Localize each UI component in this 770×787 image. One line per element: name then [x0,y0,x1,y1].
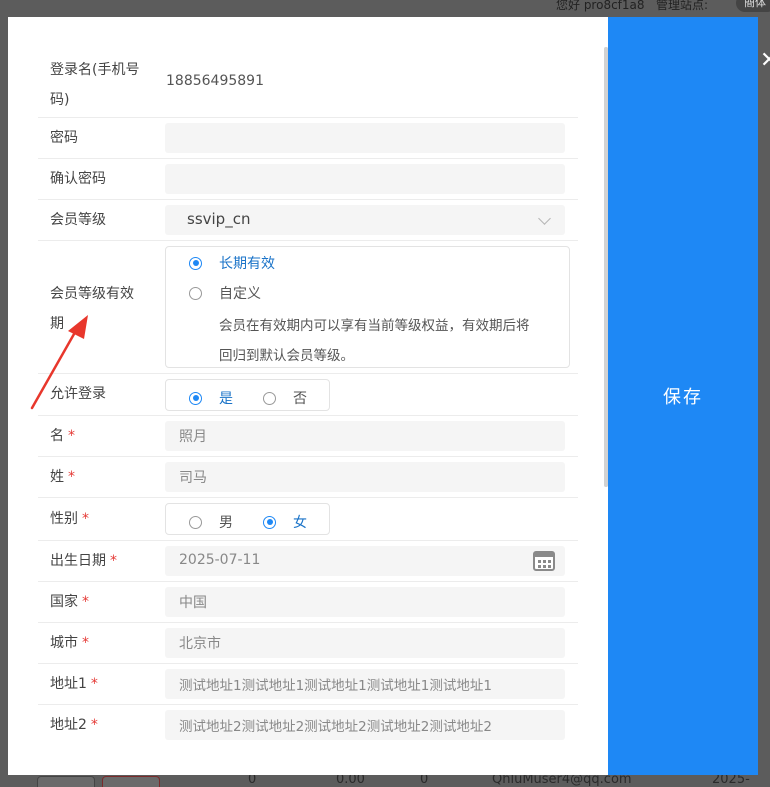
address1-input[interactable] [165,669,565,699]
city-input[interactable] [165,628,565,658]
last-name-label: 姓 * [50,469,75,485]
last-name-input[interactable] [165,462,565,492]
label-line: 会员等级有效 [50,286,134,302]
member-form: 登录名(手机号 码) 18856495891 密码 确认密码 会员等级 ssvi… [8,17,608,775]
option-label: 是 [219,391,233,407]
birth-date-label: 出生日期 * [50,553,117,569]
option-label: 女 [293,515,307,531]
form-row-birth-date: 出生日期 * 2025-07-11 [38,541,578,582]
required-mark: * [82,635,89,651]
level-validity-options: 长期有效 自定义 会员在有效期内可以享有当前等级权益，有效期后将 回归到默认会员… [165,246,570,368]
calendar-icon[interactable] [533,551,555,571]
option-label: 自定义 [219,286,261,302]
required-mark: * [90,676,98,692]
city-label: 城市 * [50,635,89,651]
login-name-value: 18856495891 [166,73,264,89]
member-level-label: 会员等级 [50,212,106,228]
option-label: 否 [293,391,307,407]
radio-unchecked-icon [263,391,276,405]
member-level-select[interactable]: ssvip_cn [165,205,565,235]
bg-row-button [37,776,95,787]
allow-login-radio-group: 是 否 [165,379,330,411]
country-input[interactable] [165,587,565,617]
form-row-allow-login: 允许登录 是 否 [38,374,578,416]
form-row-city: 城市 * [38,623,578,664]
birth-date-value: 2025-07-11 [179,552,261,568]
label-line: 码) [50,92,70,108]
required-mark: * [82,511,89,527]
confirm-password-input[interactable] [165,164,565,194]
option-label: 长期有效 [219,256,275,272]
form-row-first-name: 名 * [38,416,578,457]
confirm-password-label: 确认密码 [50,171,106,187]
bg-row-button [102,776,160,787]
annotation-arrow-icon [30,315,88,410]
greeting-text: 您好 pro8cf1a8 [556,0,645,12]
first-name-input[interactable] [165,421,565,451]
gender-male[interactable]: 男 [189,512,233,532]
allow-login-no[interactable]: 否 [263,388,307,408]
language-pill[interactable]: 簡体 [736,0,770,12]
address2-input[interactable] [165,710,565,740]
login-name-label: 登录名(手机号 码) [50,55,139,115]
close-icon[interactable]: ✕ [760,48,770,73]
form-row-member-level: 会员等级 ssvip_cn [38,200,578,241]
note-line: 会员在有效期内可以享有当前等级权益，有效期后将 [219,318,530,334]
required-mark: * [68,469,75,485]
form-row-address1: 地址1 * [38,664,578,705]
edit-member-modal: 登录名(手机号 码) 18856495891 密码 确认密码 会员等级 ssvi… [8,17,758,775]
address2-label: 地址2 * [50,717,98,733]
birth-date-picker[interactable]: 2025-07-11 [165,546,565,576]
required-mark: * [82,594,89,610]
form-row-confirm-password: 确认密码 [38,159,578,200]
form-row-last-name: 姓 * [38,457,578,498]
form-row-login-name: 登录名(手机号 码) 18856495891 [38,47,578,118]
option-label: 男 [219,515,233,531]
form-row-gender: 性别 * 男 女 [38,498,578,541]
required-mark: * [110,553,117,569]
form-row-level-validity: 会员等级有效 期 长期有效 自定义 会员在有效期内可以享有当前等级权益，有效期后… [38,241,578,374]
validity-option-permanent[interactable]: 长期有效 [189,253,275,273]
member-level-value: ssvip_cn [187,210,251,228]
radio-checked-icon [263,515,276,529]
gender-label: 性别 * [50,511,89,527]
allow-login-yes[interactable]: 是 [189,388,233,408]
note-line: 回归到默认会员等级。 [219,348,354,364]
gender-female[interactable]: 女 [263,512,307,532]
chevron-down-icon [538,212,551,225]
country-label: 国家 * [50,594,89,610]
radio-unchecked-icon [189,515,202,529]
password-input[interactable] [165,123,565,153]
radio-checked-icon [189,391,202,405]
required-mark: * [90,717,98,733]
background-topbar: 您好 pro8cf1a8 管理站点: 簡体 [0,0,770,16]
first-name-label: 名 * [50,428,75,444]
radio-unchecked-icon [189,286,202,300]
validity-option-custom[interactable]: 自定义 [189,283,261,303]
label-line: 登录名(手机号 [50,62,140,78]
address1-label: 地址1 * [50,676,98,692]
form-row-country: 国家 * [38,582,578,623]
gender-radio-group: 男 女 [165,503,330,535]
form-row-address2: 地址2 * [38,705,578,746]
required-mark: * [68,428,75,444]
site-label: 管理站点: [656,0,709,12]
validity-note: 会员在有效期内可以享有当前等级权益，有效期后将 回归到默认会员等级。 [219,311,559,371]
password-label: 密码 [50,130,78,146]
radio-checked-icon [189,256,202,270]
form-row-password: 密码 [38,118,578,159]
save-button[interactable]: 保存 [608,17,758,775]
